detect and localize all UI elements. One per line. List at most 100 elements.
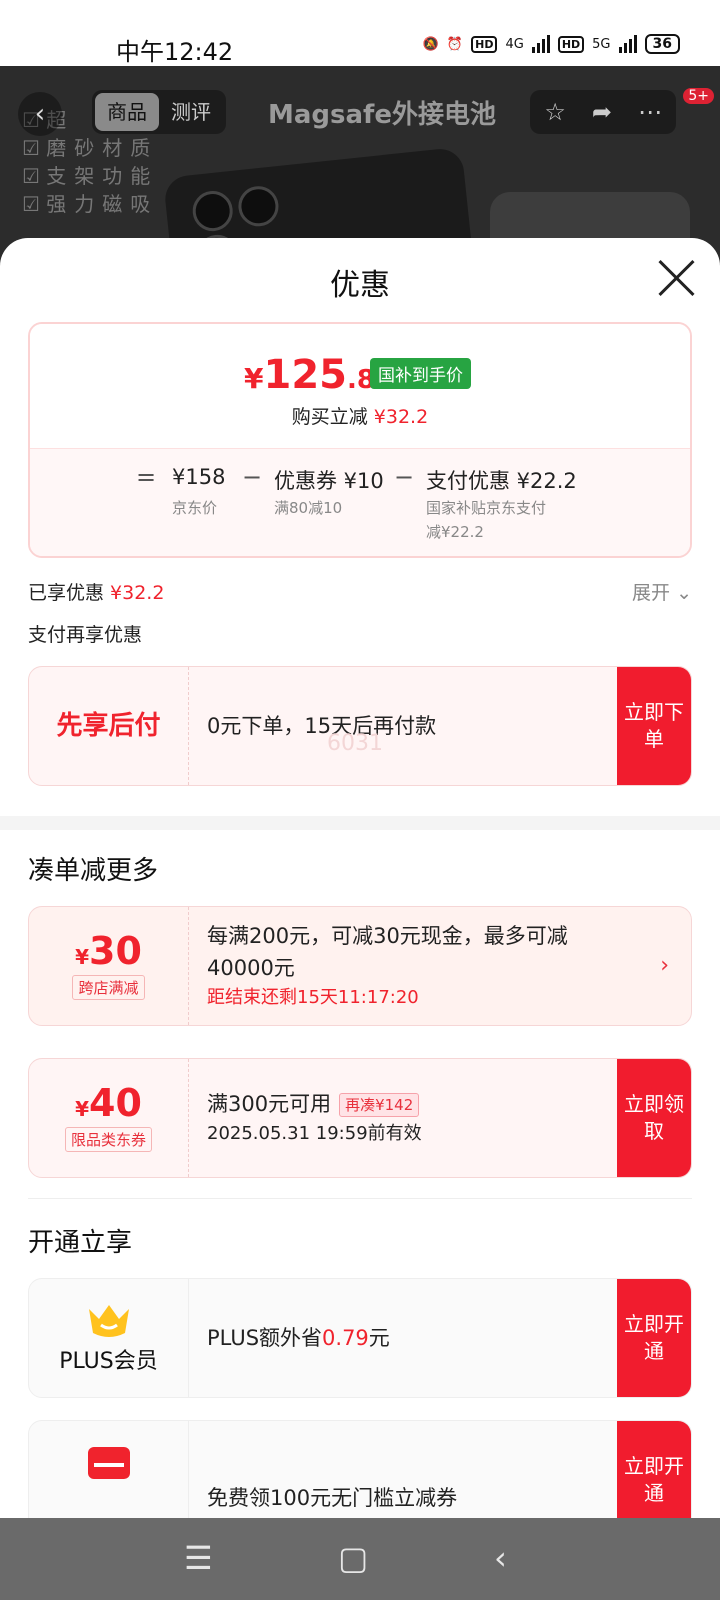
- bnpl-card[interactable]: 先享后付 0元下单，15天后再付款 6031 立即下单: [28, 666, 692, 786]
- divider: [28, 1198, 692, 1199]
- share-icon[interactable]: ➦: [592, 98, 612, 126]
- open-plus-button[interactable]: 立即开通: [617, 1279, 691, 1397]
- pay-discount-desc: 国家补贴京东支付: [426, 499, 547, 517]
- minus-sign: −: [394, 463, 415, 491]
- mute-icon: 🔕: [422, 36, 439, 52]
- add-more-tag: 再凑¥142: [339, 1093, 420, 1117]
- coupon-type-tag: 限品类东券: [64, 1127, 152, 1152]
- claim-now-button[interactable]: 立即领取: [617, 1059, 691, 1177]
- camera-lens: [190, 189, 235, 234]
- enjoyed-amount: ¥32.2: [110, 582, 165, 604]
- status-icons: 🔕 ⏰ HD 4G HD 5G 36: [423, 34, 680, 54]
- price-currency: ¥: [244, 362, 264, 395]
- hd-icon: HD: [471, 35, 498, 53]
- coupon-value: ¥40: [29, 1081, 188, 1125]
- signal-icon-2: [618, 35, 637, 53]
- category-coupon-card[interactable]: ¥40 限品类东券 满300元可用 再凑¥142 2025.05.31 19:59…: [28, 1058, 692, 1178]
- network-5g-label: 5G: [592, 36, 611, 52]
- expand-label: 展开: [632, 582, 671, 604]
- save-line: 购买立减 ¥32.2: [30, 402, 690, 429]
- section-divider: [0, 816, 720, 830]
- product-tabs: 商品 测评: [92, 90, 226, 134]
- plus-member-card[interactable]: PLUS会员 PLUS额外省0.79元 立即开通: [28, 1278, 692, 1398]
- pay-extra-label: 支付再享优惠: [28, 624, 143, 646]
- promo-value-block: ¥30 跨店满减: [29, 907, 189, 1025]
- tab-review[interactable]: 测评: [159, 93, 223, 131]
- enjoyed-label: 已享优惠: [28, 582, 105, 604]
- open-coupon-button[interactable]: 立即开通: [617, 1421, 691, 1518]
- product-top-nav: ‹ 商品 测评 ☆ ➦ ⋯ 5+: [0, 88, 720, 138]
- coupon-expiry: 2025.05.31 19:59前有效: [207, 1123, 422, 1144]
- order-now-button[interactable]: 立即下单: [617, 667, 691, 785]
- card-icon: [87, 1447, 130, 1479]
- bnpl-left: 先享后付: [29, 667, 189, 785]
- chevron-down-icon: ⌄: [676, 582, 692, 604]
- plus-desc: PLUS额外省0.79元: [207, 1279, 390, 1397]
- price-integer: 125: [263, 352, 347, 398]
- promo-type-tag: 跨店满减: [72, 975, 145, 1000]
- plus-text-post: 元: [368, 1326, 390, 1350]
- bnpl-desc: 0元下单，15天后再付款: [207, 714, 437, 738]
- promo-desc: 每满200元，可减30元现金，最多可减 40000元 距结束还剩15天11:17…: [207, 907, 568, 1025]
- alarm-icon: ⏰: [446, 36, 464, 52]
- subsidy-price-tag: 国补到手价: [370, 358, 471, 389]
- plus-text-pre: PLUS额外省: [207, 1326, 323, 1350]
- bnpl-title: 先享后付: [56, 711, 161, 741]
- jd-price-label: 京东价: [172, 499, 218, 517]
- tab-product[interactable]: 商品: [95, 93, 159, 131]
- coupon-condition: 满80减10: [274, 499, 343, 517]
- signal-icon: [531, 35, 550, 53]
- chevron-right-icon[interactable]: ›: [660, 953, 669, 978]
- cross-store-promo-card[interactable]: ¥30 跨店满减 每满200元，可减30元现金，最多可减 40000元 距结束还…: [28, 906, 692, 1026]
- plus-left: PLUS会员: [29, 1279, 189, 1397]
- free-coupon-desc: 免费领100元无门槛立减券: [207, 1439, 457, 1518]
- coupon-currency: ¥: [75, 1097, 90, 1121]
- plus-save-amount: 0.79: [322, 1326, 369, 1350]
- promo-countdown: 距结束还剩15天11:17:20: [207, 987, 419, 1008]
- promo-line1: 每满200元，可减30元现金，最多可减: [207, 924, 568, 948]
- promo-currency: ¥: [75, 945, 90, 969]
- plus-label: PLUS会员: [59, 1349, 158, 1374]
- pay-discount: 支付优惠 ¥22.2: [426, 469, 577, 493]
- coupon-value-block: ¥40 限品类东券: [29, 1059, 189, 1177]
- network-4g-label: 4G: [505, 36, 524, 52]
- save-amount: ¥32.2: [373, 406, 429, 428]
- promo-number: 30: [89, 929, 142, 973]
- coupon-number: 40: [89, 1081, 142, 1125]
- final-price: ¥125.8: [244, 352, 375, 398]
- more-discount-title: 凑单减更多: [28, 856, 159, 886]
- feature-item: 磨砂材质: [22, 134, 158, 162]
- minus-sign: −: [242, 463, 263, 491]
- feature-item: 强力磁吸: [22, 190, 158, 218]
- expand-button[interactable]: 展开 ⌄: [632, 578, 692, 605]
- coupon-amount: 优惠券 ¥10: [274, 469, 384, 493]
- watermark-text: 6031: [327, 731, 383, 756]
- crown-icon: [85, 1303, 133, 1337]
- equals-sign: =: [136, 463, 157, 491]
- star-icon[interactable]: ☆: [544, 98, 566, 126]
- chevron-left-icon: ‹: [34, 99, 46, 129]
- status-time: 中午12:42: [116, 38, 234, 66]
- jd-price: ¥158: [172, 465, 226, 489]
- home-icon[interactable]: ▢: [338, 1540, 368, 1576]
- bnpl-desc-wrap: 0元下单，15天后再付款: [207, 667, 436, 785]
- promo-value: ¥30: [29, 929, 188, 973]
- nav-action-icons: ☆ ➦ ⋯: [530, 90, 676, 134]
- free-coupon-card[interactable]: 免费领100元无门槛立减券 立即开通: [28, 1420, 692, 1518]
- back-icon[interactable]: ‹: [494, 1540, 507, 1576]
- back-button[interactable]: ‹: [18, 92, 62, 136]
- pay-discount-desc: 减¥22.2: [426, 523, 484, 541]
- system-nav-bar: ☰ ▢ ‹: [0, 1518, 720, 1600]
- free-coupon-left: [29, 1421, 189, 1518]
- menu-icon[interactable]: ☰: [184, 1540, 213, 1576]
- notification-badge: 5+: [683, 88, 714, 104]
- free-coupon-text: 免费领100元无门槛立减券: [207, 1486, 458, 1510]
- discount-sheet: 优惠 ¥125.8 国补到手价 购买立减 ¥32.2 = ¥158 京东价 − 优…: [0, 238, 720, 1518]
- price-formula: = ¥158 京东价 − 优惠券 ¥10 满80减10 − 支付优惠 ¥22.2…: [30, 448, 690, 556]
- sheet-title: 优惠: [330, 268, 390, 303]
- save-label: 购买立减: [291, 406, 368, 428]
- price-summary-card: ¥125.8 国补到手价 购买立减 ¥32.2 = ¥158 京东价 − 优惠券 …: [28, 322, 692, 558]
- more-icon[interactable]: ⋯: [638, 98, 662, 126]
- close-icon[interactable]: [656, 258, 696, 298]
- plus-save-text: PLUS额外省0.79元: [207, 1322, 390, 1354]
